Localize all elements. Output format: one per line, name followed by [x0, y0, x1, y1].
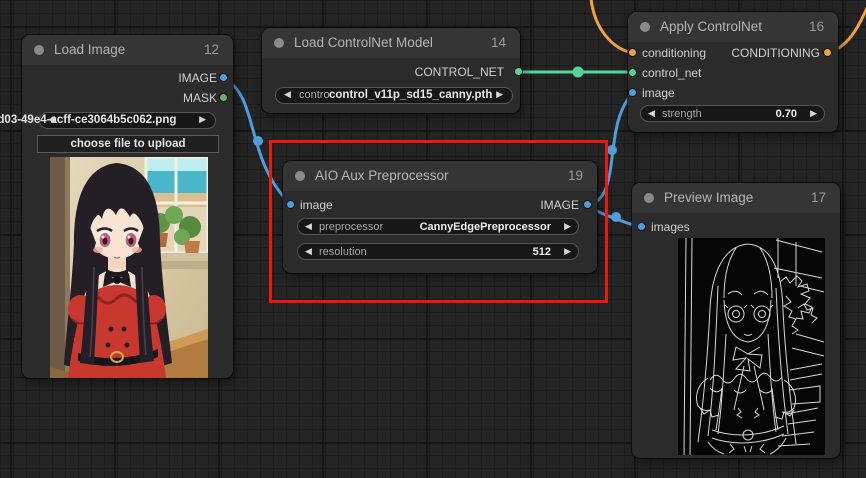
anime-girl-illustration — [50, 157, 208, 378]
choose-file-button[interactable]: choose file to upload — [37, 135, 219, 153]
node-load-image-titlebar[interactable]: Load Image 12 — [22, 35, 233, 65]
image-file-combo[interactable]: 4d03-49e4-acff-ce3064b5c062.png ◀ ▶ — [39, 112, 216, 129]
input-label-image: image — [642, 86, 675, 100]
input-label-controlnet: control_net — [642, 66, 701, 80]
node-preview-image[interactable]: Preview Image 17 images — [632, 183, 840, 458]
output-label-image: IMAGE — [178, 71, 217, 85]
node-load-controlnet-model[interactable]: Load ControlNet Model 14 CONTROL_NET ◀ c… — [262, 28, 520, 113]
node-load-controlnet-titlebar[interactable]: Load ControlNet Model 14 — [262, 28, 520, 58]
strength-value: 0.70 — [776, 108, 797, 120]
wire-conditioning-in — [591, 0, 633, 53]
output-slot-mask[interactable] — [219, 93, 228, 102]
decrement-icon[interactable]: ◀ — [648, 106, 660, 121]
highlight-annotation-rect — [269, 140, 608, 303]
collapse-dot-icon[interactable] — [644, 193, 654, 203]
image-filename-value: 4d03-49e4-acff-ce3064b5c062.png — [0, 114, 176, 126]
node-title: Apply ControlNet — [660, 12, 762, 42]
node-id: 17 — [811, 183, 826, 213]
input-slot-conditioning[interactable] — [628, 48, 637, 57]
input-label-conditioning: conditioning — [642, 46, 706, 60]
node-apply-controlnet-titlebar[interactable]: Apply ControlNet 16 — [628, 12, 838, 42]
output-slot-controlnet[interactable] — [514, 67, 523, 76]
input-slot-images[interactable] — [637, 222, 646, 231]
controlnet-name-combo[interactable]: ◀ contro control_v11p_sd15_canny.pth ▶ — [275, 87, 513, 104]
input-slot-controlnet[interactable] — [628, 68, 637, 77]
collapse-dot-icon[interactable] — [34, 45, 44, 55]
combo-next-icon[interactable]: ▶ — [199, 114, 206, 125]
output-label-conditioning: CONDITIONING — [731, 46, 820, 60]
node-title: Preview Image — [664, 183, 753, 213]
input-label-images: images — [651, 220, 690, 234]
combo-prev-icon[interactable]: ◀ — [284, 89, 291, 100]
node-preview-image-titlebar[interactable]: Preview Image 17 — [632, 183, 840, 213]
output-slot-conditioning[interactable] — [823, 48, 832, 57]
combo-prev-icon[interactable]: ◀ — [48, 114, 55, 125]
collapse-dot-icon[interactable] — [640, 22, 650, 32]
output-label-controlnet: CONTROL_NET — [415, 65, 504, 79]
node-graph-canvas[interactable]: Load Image 12 IMAGE MASK 4d03-49e4-acff-… — [0, 0, 866, 478]
node-title: Load ControlNet Model — [294, 28, 433, 58]
output-label-mask: MASK — [183, 91, 217, 105]
controlnet-name-label: contro — [299, 89, 330, 101]
collapse-dot-icon[interactable] — [274, 38, 284, 48]
input-image-preview — [50, 157, 208, 378]
node-id: 16 — [809, 12, 824, 42]
canny-edge-illustration — [678, 238, 825, 455]
input-slot-image[interactable] — [628, 88, 637, 97]
output-slot-image[interactable] — [219, 73, 228, 82]
strength-label: strength — [662, 108, 702, 120]
combo-next-icon[interactable]: ▶ — [496, 89, 503, 100]
node-load-image[interactable]: Load Image 12 IMAGE MASK 4d03-49e4-acff-… — [22, 35, 233, 378]
node-apply-controlnet[interactable]: Apply ControlNet 16 conditioning control… — [628, 12, 838, 132]
strength-stepper[interactable]: ◀ strength 0.70 ▶ — [640, 105, 825, 122]
canny-edge-preview — [678, 238, 825, 455]
controlnet-name-value: control_v11p_sd15_canny.pth — [329, 89, 492, 101]
node-title: Load Image — [54, 35, 125, 65]
node-id: 12 — [204, 35, 219, 65]
increment-icon[interactable]: ▶ — [805, 106, 817, 121]
node-id: 14 — [491, 28, 506, 58]
